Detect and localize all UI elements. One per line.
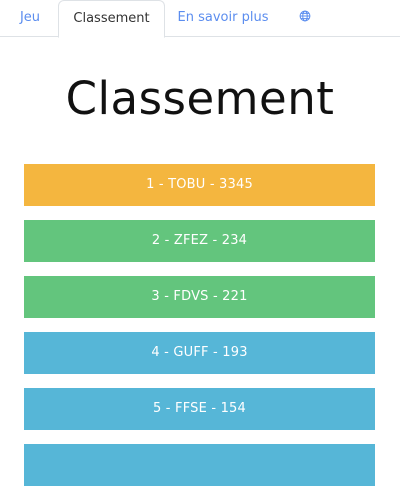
ranking-row-2: 2 - ZFEZ - 234: [24, 220, 375, 262]
tab-language[interactable]: [288, 0, 322, 37]
tab-classement[interactable]: Classement: [58, 0, 165, 38]
ranking-row-4: 4 - GUFF - 193: [24, 332, 375, 374]
ranking-row-1: 1 - TOBU - 3345: [24, 164, 375, 206]
tab-en-savoir-plus[interactable]: En savoir plus: [168, 0, 278, 37]
tab-jeu[interactable]: Jeu: [6, 0, 54, 37]
globe-icon: [299, 10, 311, 22]
ranking-row-6: [24, 444, 375, 486]
nav-tabs: Jeu Classement En savoir plus: [0, 0, 400, 38]
ranking-list: 1 - TOBU - 3345 2 - ZFEZ - 234 3 - FDVS …: [24, 164, 375, 500]
page-title: Classement: [65, 72, 335, 125]
ranking-row-5: 5 - FFSE - 154: [24, 388, 375, 430]
ranking-row-3: 3 - FDVS - 221: [24, 276, 375, 318]
